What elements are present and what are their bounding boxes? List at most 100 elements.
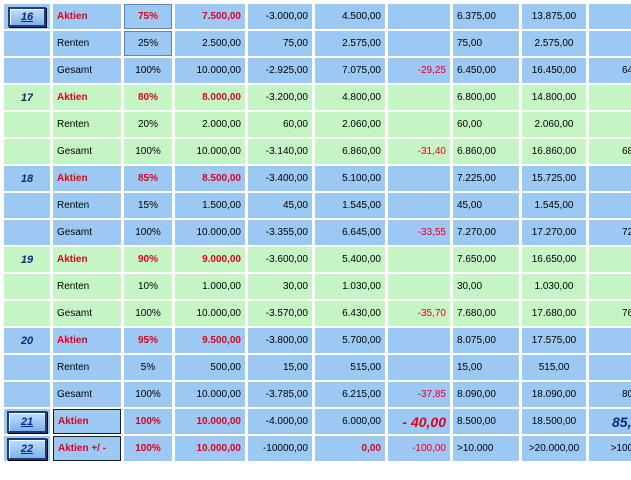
percent-cell: 100% [124, 436, 172, 461]
score-cell [589, 328, 631, 353]
total-cell: 18.090,00 [522, 382, 586, 407]
value-cell: 4.500,00 [315, 4, 385, 29]
percent-cell: 95% [124, 328, 172, 353]
allocation-cell: 1.500,00 [175, 193, 245, 218]
row-number-cell [4, 220, 50, 245]
period-button[interactable]: 22 [7, 437, 47, 460]
percent-cell: 85% [124, 166, 172, 191]
allocation-cell: 10.000,00 [175, 220, 245, 245]
asset-label: Gesamt [53, 58, 121, 83]
score-cell [589, 4, 631, 29]
change-cell: -10000,00 [248, 436, 312, 461]
change-cell: 15,00 [248, 355, 312, 380]
percent-cell: 100% [124, 301, 172, 326]
score-cell: 80,90 [589, 382, 631, 407]
period-button[interactable]: 21 [7, 410, 47, 433]
score-cell [589, 355, 631, 380]
gain-cell: 6.375,00 [453, 4, 519, 29]
result-percent-cell [388, 31, 450, 56]
period-button[interactable]: 16 [8, 6, 46, 27]
score-cell [589, 274, 631, 299]
period-number: 17 [20, 91, 34, 104]
gain-cell: 60,00 [453, 112, 519, 137]
result-percent-cell: -33,55 [388, 220, 450, 245]
allocation-cell: 2.000,00 [175, 112, 245, 137]
score-cell [589, 193, 631, 218]
row-number-cell[interactable]: 21 [4, 409, 50, 434]
asset-label: Gesamt [53, 301, 121, 326]
asset-label: Renten [53, 274, 121, 299]
total-cell: 515,00 [522, 355, 586, 380]
change-cell: 60,00 [248, 112, 312, 137]
value-cell: 5.700,00 [315, 328, 385, 353]
asset-label: Aktien [53, 4, 121, 29]
change-cell: -3.600,00 [248, 247, 312, 272]
gain-cell: 7.225,00 [453, 166, 519, 191]
change-cell: -3.000,00 [248, 4, 312, 29]
row-number-cell [4, 274, 50, 299]
row-number-cell [4, 193, 50, 218]
allocation-cell: 9.000,00 [175, 247, 245, 272]
score-cell: >100,00 [589, 436, 631, 461]
result-percent-cell [388, 328, 450, 353]
value-cell: 2.575,00 [315, 31, 385, 56]
total-cell: 1.545,00 [522, 193, 586, 218]
result-percent-cell [388, 4, 450, 29]
gain-cell: 15,00 [453, 355, 519, 380]
score-cell: 64,50 [589, 58, 631, 83]
row-number-cell[interactable]: 16 [4, 4, 50, 29]
score-cell: 68,60 [589, 139, 631, 164]
score-cell [589, 112, 631, 137]
change-cell: 45,00 [248, 193, 312, 218]
change-cell: 75,00 [248, 31, 312, 56]
change-cell: -3.800,00 [248, 328, 312, 353]
allocation-cell: 10.000,00 [175, 301, 245, 326]
period-number: 20 [20, 334, 34, 347]
row-number-cell: 20 [4, 328, 50, 353]
allocation-cell: 10.000,00 [175, 436, 245, 461]
change-cell: -4.000,00 [248, 409, 312, 434]
result-percent-cell [388, 274, 450, 299]
total-cell: 17.575,00 [522, 328, 586, 353]
result-percent-cell: -31,40 [388, 139, 450, 164]
result-percent-cell: - 40,00 [388, 409, 450, 434]
row-number-cell: 18 [4, 166, 50, 191]
allocation-cell: 9.500,00 [175, 328, 245, 353]
score-cell: 76,80 [589, 301, 631, 326]
total-cell: 17.680,00 [522, 301, 586, 326]
asset-label: Renten [53, 355, 121, 380]
row-number-cell [4, 31, 50, 56]
result-percent-cell: -100,00 [388, 436, 450, 461]
percent-cell: 80% [124, 85, 172, 110]
row-number-cell[interactable]: 22 [4, 436, 50, 461]
allocation-cell: 500,00 [175, 355, 245, 380]
value-cell: 6.215,00 [315, 382, 385, 407]
gain-cell: 6.450,00 [453, 58, 519, 83]
value-cell: 7.075,00 [315, 58, 385, 83]
row-number-cell: 19 [4, 247, 50, 272]
total-cell: 17.270,00 [522, 220, 586, 245]
asset-label: Aktien [53, 328, 121, 353]
percent-cell: 100% [124, 220, 172, 245]
total-cell: 18.500,00 [522, 409, 586, 434]
row-number-cell [4, 355, 50, 380]
percent-cell: 10% [124, 274, 172, 299]
value-cell: 5.100,00 [315, 166, 385, 191]
asset-label: Aktien +/ - [53, 436, 121, 461]
percent-cell: 20% [124, 112, 172, 137]
value-cell: 515,00 [315, 355, 385, 380]
allocation-cell: 2.500,00 [175, 31, 245, 56]
gain-cell: 8.075,00 [453, 328, 519, 353]
score-cell [589, 85, 631, 110]
asset-label: Gesamt [53, 139, 121, 164]
percent-cell: 90% [124, 247, 172, 272]
allocation-cell: 8.000,00 [175, 85, 245, 110]
total-cell: >20.000,00 [522, 436, 586, 461]
change-cell: -3.785,00 [248, 382, 312, 407]
gain-cell: 6.800,00 [453, 85, 519, 110]
asset-label: Renten [53, 31, 121, 56]
result-percent-cell [388, 355, 450, 380]
result-percent-cell [388, 166, 450, 191]
allocation-table: 16 Aktien 75% 7.500,00 -3.000,00 4.500,00 6.37… [4, 4, 631, 463]
gain-cell: 7.650,00 [453, 247, 519, 272]
